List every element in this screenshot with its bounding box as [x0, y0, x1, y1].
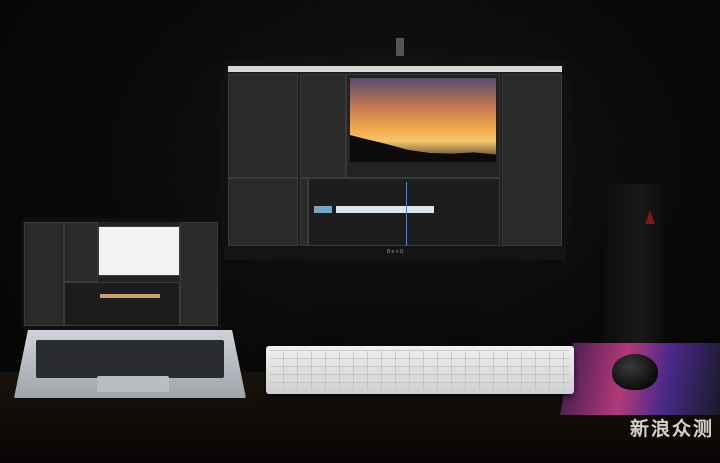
- laptop-screen: [24, 222, 218, 326]
- monitor-stand: [310, 260, 480, 340]
- laptop-left-panel: [24, 222, 64, 326]
- effects-panel: [300, 74, 346, 178]
- track-header: [314, 206, 332, 213]
- essential-graphics-panel: [502, 74, 562, 246]
- laptop-timeline: [64, 282, 180, 326]
- timeline-clip: [336, 206, 434, 213]
- watermark: 新浪众测: [630, 418, 715, 440]
- playhead: [406, 182, 407, 246]
- desk-setup-photo: BenQ 新浪众测: [0, 0, 720, 463]
- pc-tower: [604, 184, 664, 344]
- project-bin: [228, 178, 298, 246]
- mouse: [612, 354, 658, 390]
- app-title-bar: [228, 66, 562, 72]
- tools-panel: [300, 178, 308, 246]
- monitor-screen: [228, 66, 562, 246]
- laptop-timeline-clip: [100, 294, 160, 298]
- source-panel: [228, 74, 298, 178]
- laptop-program-monitor: [98, 226, 180, 276]
- monitor-brand: BenQ: [387, 249, 405, 255]
- laptop-right-panel: [180, 222, 218, 326]
- keyboard-keys: [270, 350, 570, 390]
- laptop-keyboard: [36, 340, 224, 378]
- laptop-effects-panel: [64, 222, 98, 282]
- laptop-touchpad: [97, 376, 169, 392]
- webcam: [396, 38, 404, 56]
- sunset-preview: [350, 78, 496, 162]
- hill-silhouette: [350, 135, 496, 162]
